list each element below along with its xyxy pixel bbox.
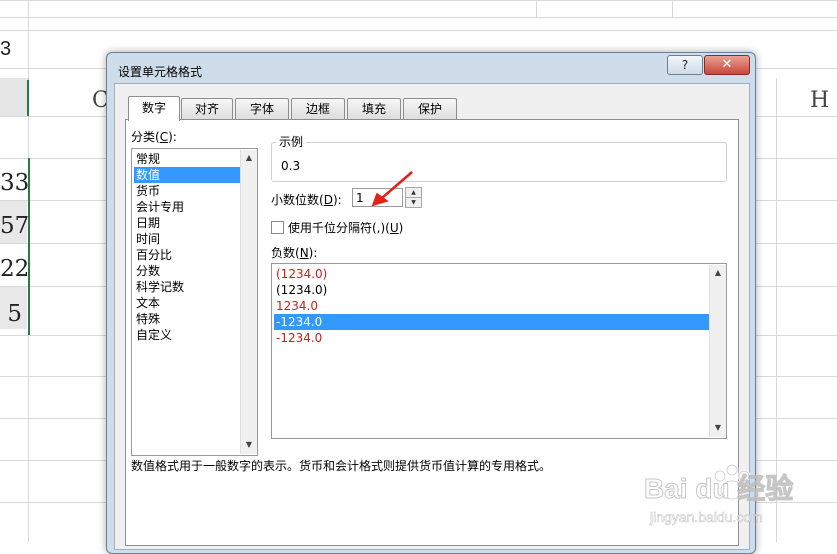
grid-line bbox=[0, 17, 837, 18]
watermark-brand-text: Bai du 经验 bbox=[644, 472, 793, 504]
scroll-up-icon[interactable]: ▲ bbox=[710, 266, 726, 280]
active-column-indicator bbox=[27, 80, 29, 116]
list-item[interactable]: 数值 bbox=[134, 167, 243, 183]
decimal-places-label: 小数位数(D): bbox=[271, 193, 342, 207]
grid-line bbox=[0, 30, 837, 31]
close-button[interactable]: ✕ bbox=[704, 55, 750, 75]
sample-group bbox=[271, 142, 727, 182]
formula-bar-value: 3 bbox=[0, 38, 12, 60]
tab-number[interactable]: 数字 bbox=[128, 96, 180, 121]
list-item[interactable]: (1234.0) bbox=[274, 282, 714, 298]
scroll-down-icon[interactable]: ▼ bbox=[710, 421, 726, 435]
list-item[interactable]: 常规 bbox=[134, 151, 243, 167]
dialog-titlebar[interactable]: 设置单元格格式 ? ✕ bbox=[107, 53, 755, 87]
grid-line bbox=[0, 0, 837, 1]
negative-numbers-label: 负数(N): bbox=[271, 246, 318, 260]
list-item[interactable]: (1234.0) bbox=[274, 266, 714, 282]
format-description: 数值格式用于一般数字的表示。货币和会计格式则提供货币值计算的专用格式。 bbox=[131, 459, 552, 473]
cell-value[interactable]: 22 bbox=[0, 256, 29, 282]
annotation-arrow-icon bbox=[371, 171, 413, 207]
cell-value[interactable]: 33 bbox=[0, 170, 29, 196]
help-button[interactable]: ? bbox=[667, 55, 703, 75]
negative-numbers-list[interactable]: (1234.0) (1234.0) 1234.0 -1234.0 -1234.0… bbox=[271, 263, 727, 439]
list-item[interactable]: 科学记数 bbox=[134, 279, 243, 295]
list-item[interactable]: 分数 bbox=[134, 263, 243, 279]
tab-alignment[interactable]: 对齐 bbox=[181, 98, 233, 119]
tab-font[interactable]: 字体 bbox=[235, 98, 289, 119]
cell-value[interactable]: 5 bbox=[0, 301, 22, 327]
category-scrollbar[interactable]: ▲ ▼ bbox=[240, 150, 257, 454]
negative-list-scrollbar[interactable]: ▲ ▼ bbox=[709, 265, 726, 437]
list-item[interactable]: 日期 bbox=[134, 215, 243, 231]
list-item[interactable]: -1234.0 bbox=[274, 314, 714, 330]
grid-line bbox=[672, 0, 673, 17]
scroll-down-icon[interactable]: ▼ bbox=[241, 438, 257, 452]
scroll-up-icon[interactable]: ▲ bbox=[241, 151, 257, 165]
grid-line bbox=[536, 0, 537, 17]
dialog-title: 设置单元格格式 bbox=[118, 65, 203, 79]
list-item[interactable]: 会计专用 bbox=[134, 199, 243, 215]
tab-border[interactable]: 边框 bbox=[291, 98, 345, 119]
list-item[interactable]: 1234.0 bbox=[274, 298, 714, 314]
category-list[interactable]: 常规 数值 货币 会计专用 日期 时间 百分比 分数 科学记数 文本 特殊 自定… bbox=[131, 148, 258, 456]
category-label: 分类(C): bbox=[131, 130, 177, 144]
list-item[interactable]: 货币 bbox=[134, 183, 243, 199]
tab-fill[interactable]: 填充 bbox=[347, 98, 401, 119]
thousands-separator-label[interactable]: 使用千位分隔符(,)(U) bbox=[288, 219, 403, 236]
column-header-cell bbox=[0, 78, 29, 116]
list-item[interactable]: 百分比 bbox=[134, 247, 243, 263]
cell-value[interactable]: 57 bbox=[0, 213, 29, 239]
sample-value: 0.3 bbox=[281, 159, 301, 173]
list-item[interactable]: -1234.0 bbox=[274, 330, 714, 346]
thousands-separator-checkbox[interactable] bbox=[271, 221, 284, 234]
list-item[interactable]: 时间 bbox=[134, 231, 243, 247]
watermark-url-text: jingyan.baidu.com bbox=[649, 509, 763, 525]
sample-title: 示例 bbox=[276, 133, 307, 150]
list-item[interactable]: 文本 bbox=[134, 295, 243, 311]
baidu-jingyan-watermark: Bai du 经验 jingyan.baidu.com bbox=[644, 463, 794, 525]
list-item[interactable]: 自定义 bbox=[134, 327, 243, 343]
list-item[interactable]: 特殊 bbox=[134, 311, 243, 327]
tab-protection[interactable]: 保护 bbox=[403, 98, 457, 119]
column-header-h[interactable]: H bbox=[810, 88, 829, 113]
